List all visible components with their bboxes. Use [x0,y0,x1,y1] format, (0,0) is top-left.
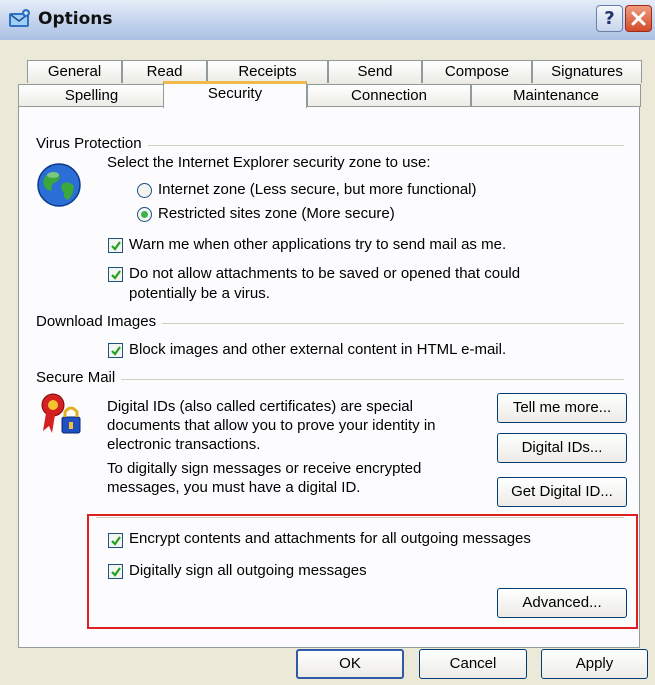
encrypt-checkbox[interactable] [108,533,123,548]
tab-read[interactable]: Read [122,60,207,83]
digital-ids-button[interactable]: Digital IDs... [497,433,627,463]
warn-checkbox[interactable] [108,238,123,253]
attachments-label-line1[interactable]: Do not allow attachments to be saved or … [129,265,520,282]
checkmark-icon [111,536,121,546]
internet-zone-label[interactable]: Internet zone (Less secure, but more fun… [158,181,477,198]
warn-label[interactable]: Warn me when other applications try to s… [129,236,506,253]
restricted-zone-label[interactable]: Restricted sites zone (More secure) [158,205,395,222]
certificate-lock-icon [38,391,84,441]
attachments-label-line2[interactable]: potentially be a virus. [129,285,270,302]
checkmark-icon [111,567,121,577]
get-digital-id-button[interactable]: Get Digital ID... [497,477,627,507]
window-title: Options [38,9,113,29]
tab-compose[interactable]: Compose [422,60,532,83]
description-line: documents that allow you to prove your i… [107,417,436,434]
block-images-label[interactable]: Block images and other external content … [129,341,506,358]
tell-me-more-button[interactable]: Tell me more... [497,393,627,423]
title-bar: Options ? [0,0,655,40]
radio-selected-dot [141,211,148,218]
description-line: Digital IDs (also called certificates) a… [107,398,413,415]
radio-restricted-zone[interactable] [137,207,152,222]
download-images-heading: Download Images [36,313,163,330]
tab-spelling[interactable]: Spelling [18,84,165,107]
description-line: electronic transactions. [107,436,261,453]
separator [96,517,624,518]
ok-button[interactable]: OK [296,649,404,679]
sign-label[interactable]: Digitally sign all outgoing messages [129,562,367,579]
tab-connection[interactable]: Connection [307,84,471,107]
attachments-checkbox[interactable] [108,267,123,282]
tab-send[interactable]: Send [328,60,422,83]
sign-encrypt-description: To digitally sign messages or receive en… [107,459,421,497]
block-images-checkbox[interactable] [108,343,123,358]
checkmark-icon [111,270,121,280]
separator [36,379,624,380]
tab-maintenance[interactable]: Maintenance [471,84,641,107]
globe-icon [36,162,82,212]
apply-button[interactable]: Apply [541,649,648,679]
checkmark-icon [111,346,121,356]
advanced-button[interactable]: Advanced... [497,588,627,618]
radio-internet-zone[interactable] [137,183,152,198]
description-line: To digitally sign messages or receive en… [107,460,422,477]
tab-receipts[interactable]: Receipts [207,60,328,83]
tab-general[interactable]: General [27,60,122,83]
encrypt-label[interactable]: Encrypt contents and attachments for all… [129,530,531,547]
outlook-express-icon [8,8,32,30]
virus-protection-heading: Virus Protection [36,135,148,152]
tab-security[interactable]: Security [163,81,307,108]
digital-ids-description: Digital IDs (also called certificates) a… [107,397,436,454]
description-line: messages, you must have a digital ID. [107,479,361,496]
close-icon [631,11,646,26]
secure-mail-heading: Secure Mail [36,369,122,386]
sign-checkbox[interactable] [108,564,123,579]
zone-prompt: Select the Internet Explorer security zo… [107,154,431,171]
cancel-button[interactable]: Cancel [419,649,527,679]
checkmark-icon [111,241,121,251]
help-button[interactable]: ? [596,5,623,32]
tab-signatures[interactable]: Signatures [532,60,642,83]
close-button[interactable] [625,5,652,32]
